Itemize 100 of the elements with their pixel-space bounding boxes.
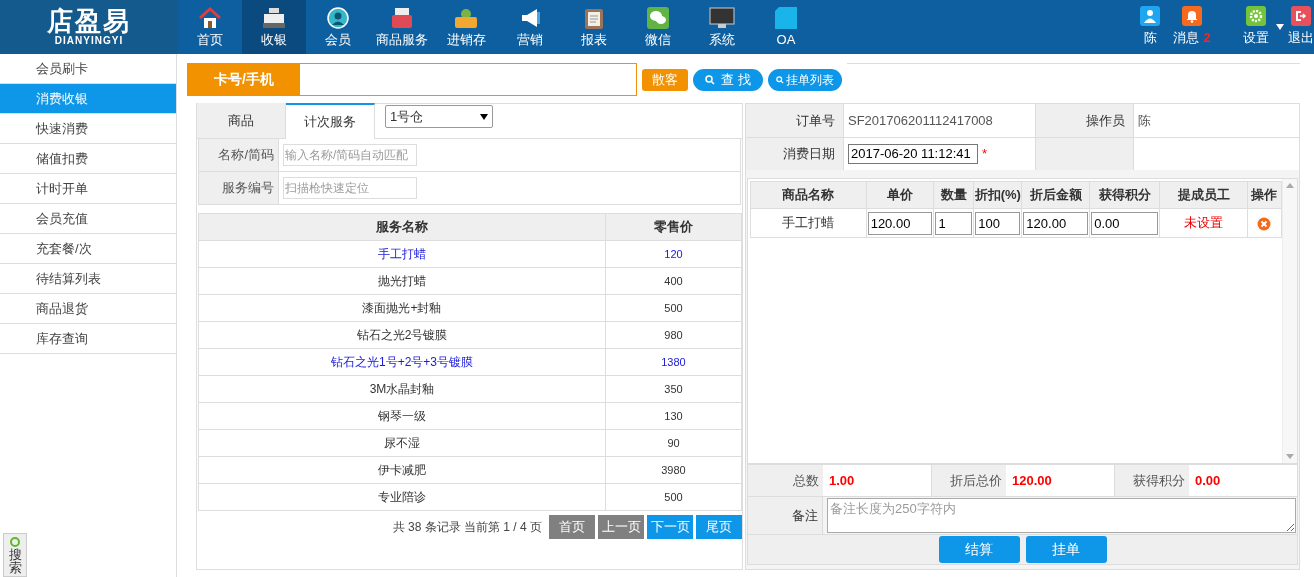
nav-tab[interactable]: 商品服务 xyxy=(370,0,434,54)
table-cell: 手工打蜡 xyxy=(750,208,867,238)
column-header: 单价 xyxy=(866,181,934,209)
table-cell[interactable]: 抛光打蜡 xyxy=(198,267,606,295)
note-field[interactable]: 备注长度为250字符内 xyxy=(827,498,1296,533)
table-cell: 120 xyxy=(605,240,742,268)
table-cell: 500 xyxy=(605,483,742,511)
text-field[interactable]: 0.00 xyxy=(1091,211,1159,235)
up-arrow-icon xyxy=(1286,183,1294,188)
table-cell[interactable]: 尿不湿 xyxy=(198,429,606,457)
total-value: 0.00 xyxy=(1194,471,1222,490)
text-field[interactable]: 120.00 xyxy=(867,211,933,235)
field-label: 获得积分 xyxy=(1114,465,1189,496)
table-cell: 未设置 xyxy=(1159,208,1248,238)
logo-text: 店盈易 xyxy=(47,7,131,35)
down-arrow-icon xyxy=(1286,454,1294,459)
column-header: 商品名称 xyxy=(750,181,867,209)
delete-icon[interactable] xyxy=(1257,216,1272,231)
column-header: 折后金额 xyxy=(1021,181,1090,209)
nav-tab[interactable]: 营销 xyxy=(498,0,562,54)
column-header: 数量 xyxy=(933,181,974,209)
search-icon xyxy=(775,75,784,84)
nav-tab[interactable]: 系统 xyxy=(690,0,754,54)
search-widget[interactable]: 搜索 xyxy=(3,533,27,577)
table-cell[interactable]: 伊卡减肥 xyxy=(198,456,606,484)
warehouse-dropdown[interactable]: 1号仓 xyxy=(385,105,493,128)
tab[interactable]: 商品 xyxy=(197,103,286,138)
user-icon xyxy=(1143,9,1157,24)
user-menu[interactable]: 陈 xyxy=(1140,0,1160,54)
text-field[interactable]: 输入名称/简码自动匹配 xyxy=(283,144,417,166)
message-count: 2 xyxy=(1203,29,1211,48)
record-summary: 共 38 条记录 当前第 1 / 4 页 xyxy=(392,519,542,536)
field-label: 总数 xyxy=(748,465,823,496)
table-cell: 500 xyxy=(605,294,742,322)
operator-name: 陈 xyxy=(1134,104,1299,138)
text-field[interactable]: 120.00 xyxy=(1023,211,1089,235)
table-cell: 90 xyxy=(605,429,742,457)
field-label: 订单号 xyxy=(746,104,844,138)
caret-icon xyxy=(1276,24,1284,30)
chat-icon xyxy=(647,6,669,29)
caret-icon xyxy=(480,113,488,120)
settings-icon xyxy=(1249,9,1263,24)
text-field[interactable]: 1 xyxy=(935,211,973,235)
table-cell: 130 xyxy=(605,402,742,430)
nav-tab[interactable]: 会员 xyxy=(306,0,370,54)
field-label: 服务编号 xyxy=(199,172,279,204)
table-cell: 3980 xyxy=(605,456,742,484)
settings-button[interactable]: 设置 xyxy=(1224,0,1288,54)
megaphone-icon xyxy=(519,6,541,29)
required-mark: * xyxy=(982,145,988,164)
nav-tab[interactable]: 首页 xyxy=(178,0,242,54)
table-cell: 980 xyxy=(605,321,742,349)
field-label: 备注 xyxy=(748,497,823,534)
text-field[interactable]: 扫描枪快速定位 xyxy=(283,177,417,199)
box-icon xyxy=(454,6,478,29)
total-value: 1.00 xyxy=(828,471,856,490)
logout-button[interactable]: 退出 xyxy=(1288,0,1314,54)
column-header: 服务名称 xyxy=(198,213,606,241)
field-label: 折后总价 xyxy=(931,465,1006,496)
document-icon xyxy=(775,6,797,29)
nav-tab[interactable]: 报表 xyxy=(562,0,626,54)
table-cell: 400 xyxy=(605,267,742,295)
table-cell[interactable]: 3M水晶封釉 xyxy=(198,375,606,403)
nav-tab[interactable]: 收银 xyxy=(242,0,306,54)
date-field[interactable]: 2017-06-20 11:12:41 xyxy=(848,144,978,164)
envelope-icon xyxy=(391,6,413,29)
field-label: 操作员 xyxy=(1036,104,1134,138)
monitor-icon xyxy=(709,6,735,29)
nav-tab[interactable]: 进销存 xyxy=(434,0,498,54)
nav-tab[interactable]: OA xyxy=(754,0,818,54)
cash-register-icon xyxy=(262,6,286,29)
table-cell[interactable]: 专业陪诊 xyxy=(198,483,606,511)
table-cell: 1380 xyxy=(605,348,742,376)
column-header: 操作 xyxy=(1247,181,1282,209)
ring-icon xyxy=(9,536,21,548)
table-cell[interactable]: 手工打蜡 xyxy=(198,240,606,268)
logo-subtitle: DIANYINGYI xyxy=(54,35,124,47)
user-circle-icon xyxy=(327,6,349,29)
column-header: 提成员工 xyxy=(1159,181,1248,209)
house-icon xyxy=(199,6,221,29)
exit-icon xyxy=(1294,9,1308,24)
table-cell[interactable]: 钢琴一级 xyxy=(198,402,606,430)
column-header: 折扣(%) xyxy=(973,181,1022,209)
field-label: 名称/简码 xyxy=(199,139,279,171)
clipboard-icon xyxy=(584,6,604,29)
table-cell[interactable]: 钻石之光2号镀膜 xyxy=(198,321,606,349)
column-header: 零售价 xyxy=(605,213,742,241)
tab[interactable]: 计次服务 xyxy=(286,103,375,139)
table-cell: 350 xyxy=(605,375,742,403)
table-cell[interactable]: 漆面抛光+封釉 xyxy=(198,294,606,322)
bell-icon xyxy=(1185,9,1199,24)
text-field[interactable]: 100 xyxy=(975,211,1021,235)
search-icon xyxy=(705,74,715,85)
total-value: 120.00 xyxy=(1011,471,1053,490)
nav-tab[interactable]: 微信 xyxy=(626,0,690,54)
search-widget-label: 搜索 xyxy=(8,548,22,574)
table-cell[interactable]: 钻石之光1号+2号+3号镀膜 xyxy=(198,348,606,376)
messages-button[interactable]: 消息 2 xyxy=(1160,0,1224,54)
column-header: 获得积分 xyxy=(1089,181,1160,209)
scrollbar[interactable] xyxy=(1282,179,1297,463)
